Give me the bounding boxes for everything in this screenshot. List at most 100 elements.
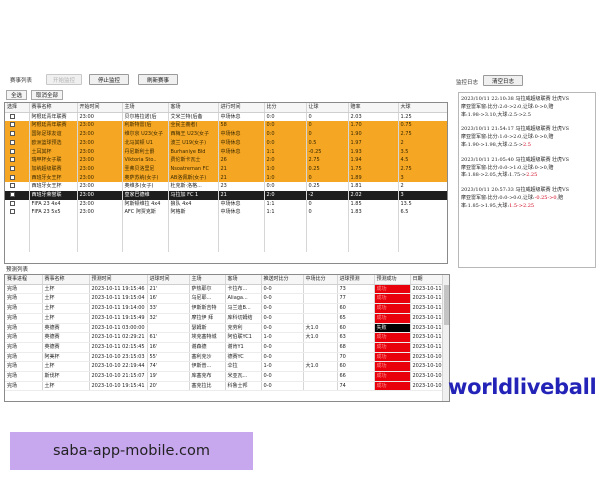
event-row[interactable]: 欧洲篮球预选 23:00 北马其顿 U1 波兰 U19(女子) 中场休息 0:0 0.5 1.… [5,138,447,148]
event-checkbox[interactable] [10,148,15,154]
events-column-header[interactable]: 赔率 [348,103,399,113]
events-column-header[interactable]: 客场 [168,103,219,113]
event-row[interactable]: 土耳其杯 23:00 丹尼斯利士爵 Burhaniye Bld 中场休息 1:1 -0.25… [5,147,447,157]
events-column-header[interactable]: 赛事名称 [29,103,78,113]
prediction-row[interactable]: 完场 土杯 2023-10-11 19:15:49 32' 摩拉伊 拜库科切姆结 0-0 6… [5,313,445,324]
prediction-column-header[interactable]: 预测成功 [374,275,411,285]
event-checkbox[interactable] [10,174,15,180]
events-column-header[interactable]: 让球 [306,103,349,113]
prediction-row[interactable]: 完场 阿美杯 2023-10-10 23:15:03 55' 塞利克沙 德赛YC 0-0 70… [5,352,445,363]
event-select-cell[interactable] [5,173,30,183]
prediction-column-header[interactable]: 赛事名称 [42,275,90,285]
refresh-events-button[interactable]: 刷新赛事 [138,74,178,85]
prediction-column-header[interactable]: 赛事进程 [5,275,43,285]
prediction-pred-time-cell: 2023-10-11 02:15:45 [89,342,148,353]
event-checkbox[interactable] [10,131,15,137]
prediction-away-cell: 科鲁士邦 [225,381,262,392]
events-column-header[interactable]: 大球 [398,103,447,113]
prediction-row[interactable]: 完场 土杯 2023-10-10 22:19:44 74' 伊斯普... 伞拉 1-0 大1.… [5,361,445,373]
prediction-row[interactable]: 完场 土杯 2023-10-11 19:14:00 33' 伊斯斯吉特 马兰迪B... 0-… [5,303,445,314]
prediction-column-header[interactable]: 进球预测 [337,275,375,285]
event-checkbox[interactable] [10,113,15,119]
prediction-status-cell: 完场 [5,361,43,373]
prediction-column-header[interactable]: 进球时间 [147,275,190,285]
event-select-cell[interactable] [5,156,30,165]
events-column-header[interactable]: 主场 [122,103,169,113]
event-checkbox[interactable] [10,165,15,171]
deselect-all-button[interactable]: 取消全部 [31,90,64,100]
events-column-header[interactable]: 开始时间 [77,103,123,113]
event-select-cell[interactable] [5,112,30,122]
prediction-success-cell: 成功 [374,342,411,353]
prediction-pred-time-cell: 2023-10-10 19:15:41 [89,381,148,392]
event-row[interactable]: FIFA 23 5x5 23:00 AFC 阿贾克斯 阿格斯 中场休息 1:1 0 1.83 6… [5,208,447,218]
select-all-button[interactable]: 全选 [6,90,28,100]
event-home-cell: Viktoria Sto.. [122,156,169,165]
prediction-column-header[interactable]: 客场 [225,275,262,285]
prediction-row[interactable]: 完场 英德赛 2023-10-11 02:15:45 16' 谢森德 谢肯Y1 0-0 68 成… [5,342,445,353]
prediction-row[interactable]: 完场 土杯 2023-10-11 19:15:04 16' 乌尼耶... Aliaga..… [5,293,445,305]
event-select-cell[interactable] [5,191,30,200]
event-checkbox[interactable] [10,192,15,198]
empty-cell [168,217,219,226]
prediction-column-header[interactable]: 推送时比分 [261,275,304,285]
event-row[interactable]: 西班牙女王杯 23:00 奥萨苏纳(女子) AB洛佩斯(女子) 21 1:0 0 1.89 3 [5,173,447,183]
prediction-row[interactable]: 完场 土杯 2023-10-10 19:15:41 20' 塞克拉比 科鲁士邦 0-0 74 成… [5,381,445,392]
events-column-header[interactable]: 进行时间 [218,103,265,113]
prediction-half-score-cell: 大1.0 [303,332,338,343]
event-checkbox[interactable] [10,200,15,206]
log-textarea[interactable]: 2023/10/11 22:10:38 马拉威超级联赛 壮虎VS 摩亚雷军窗:比… [458,92,596,268]
prediction-push-score-cell: 0-0 [261,352,304,363]
event-elapsed-cell: 中场休息 [218,138,265,148]
prediction-row[interactable]: 完场 英德赛 2023-10-11 03:00:00 瑟姆斯 克劳利 0-0 大1.0 60 失… [5,323,445,334]
prediction-row[interactable]: 完场 斯伐杯 2023-10-10 21:15:07 19' 库塞克布 米亚瓦... 0-0… [5,371,445,382]
event-away-cell: 全民主義者( [168,121,219,131]
empty-cell [306,217,349,226]
event-row[interactable]: 西班牙荣誉联 23:00 皇家巴德维 马拉加 FC 1 21 2:0 -2 2.02 3 [5,191,447,200]
event-checkbox[interactable] [10,122,15,128]
prediction-row[interactable]: 完场 土杯 2023-10-11 19:15:46 21' 萨热耶尔 卡拉布... 0-0 7… [5,284,445,295]
stop-monitor-button[interactable]: 停止监控 [89,74,129,85]
scrollbar-thumb[interactable] [444,285,449,325]
prediction-column-header[interactable]: 预测时间 [89,275,148,285]
event-checkbox[interactable] [10,183,15,189]
prediction-goal-time-cell: 19' [147,371,190,382]
clear-log-button[interactable]: 清空日志 [483,75,523,86]
event-row[interactable]: 阿根廷青年联赛 23:00 贝尔格拉诺(后 艾米兰特(后备 中场休息 0:0 0 2.03 1.… [5,112,447,122]
event-select-cell[interactable] [5,182,30,192]
empty-cell [306,234,349,244]
empty-cell [398,225,447,235]
event-row[interactable]: 西班牙女王杯 23:00 奥维多(女子) 杜克斯·洛格... 23 0:0 0.25 1.81… [5,182,447,192]
event-select-cell[interactable] [5,147,30,157]
event-over-cell: 1.25 [398,112,447,122]
event-row[interactable]: 瑞甲杯女子联 23:00 Viktoria Sto.. 费伦斯卡瓦士 26 2:0 2.75… [5,156,447,165]
event-select-cell[interactable] [5,199,30,209]
event-odds-cell: 1.97 [348,138,399,148]
start-monitor-button[interactable]: 开始监控 [46,74,82,85]
prediction-row[interactable]: 完场 英德赛 2023-10-11 02:29:21 61' 埃克塞特城 阿伯联YC1 1-… [5,332,445,343]
prediction-half-score-cell [303,371,338,382]
event-elapsed-cell: 21 [218,164,265,174]
event-home-cell: 丹尼斯利士爵 [122,147,169,157]
event-checkbox[interactable] [10,139,15,145]
event-row[interactable]: 阿根廷青年联赛 23:00 利斯特雷(后 全民主義者(58 0:0 0 1.70 0.75 [5,121,447,131]
event-select-cell[interactable] [5,208,30,218]
event-select-cell[interactable] [5,138,30,148]
event-row[interactable]: 国际足球友谊 23:00 维尔京 U23(女子 西梅王 U23(女子 中场休息 0:0 0 1… [5,130,447,139]
event-select-cell[interactable] [5,121,30,131]
events-column-header[interactable]: 比分 [264,103,307,113]
event-checkbox[interactable] [10,157,15,163]
event-select-cell[interactable] [5,130,30,139]
event-row[interactable]: 加纳超级联赛 23:00 圣弗贝洛里尼 Nsoatreman FC 21 1:0 0.25 1… [5,164,447,174]
event-row[interactable]: FIFA 23 4x4 23:00 阿斯顿维拉 4x4 狼队 4x4 中场休息 1:1 0 1… [5,199,447,209]
event-checkbox[interactable] [10,209,15,215]
event-odds-cell: 1.85 [348,199,399,209]
promo-banner[interactable]: saba-app-mobile.com [10,432,253,470]
prediction-goal-pred-cell: 68 [337,342,375,353]
prediction-column-header[interactable]: 日期 [410,275,445,285]
event-elapsed-cell: 21 [218,173,265,183]
prediction-column-header[interactable]: 主场 [189,275,226,285]
prediction-column-header[interactable]: 中场比分 [303,275,338,285]
event-select-cell[interactable] [5,164,30,174]
events-column-header[interactable]: 选择 [5,103,30,113]
